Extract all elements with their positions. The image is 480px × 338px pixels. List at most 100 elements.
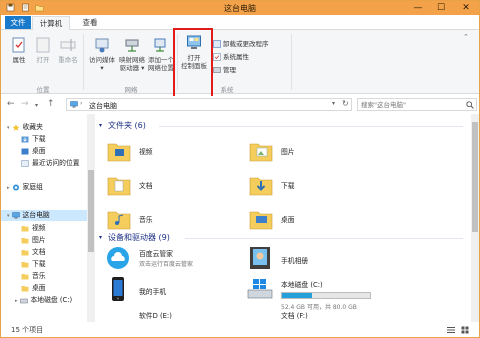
tab-view[interactable]: 查看 (77, 16, 103, 29)
sidebar-item-recent[interactable]: 最近访问的位置 (21, 158, 80, 169)
device-item-my-phone[interactable]: 我的手机 (103, 276, 239, 306)
sidebar-label-documents: 文档 (32, 248, 46, 256)
folder-item[interactable]: 图片 (245, 136, 375, 166)
tiles-view-icon[interactable] (461, 326, 469, 334)
section-divider (185, 238, 463, 239)
add-location-label-2: 网络位置 (148, 64, 174, 72)
folders-section-header[interactable]: 文件夹 (6) (108, 120, 146, 131)
forward-arrow-icon[interactable]: → (21, 99, 29, 109)
access-media-button[interactable]: 访问媒体 ▾ (87, 36, 117, 72)
refresh-icon[interactable]: ↻ (342, 99, 349, 108)
network-drive-icon (125, 39, 139, 52)
map-drive-label-2: 驱动器 (119, 64, 140, 72)
section-collapse-icon[interactable]: ▾ (99, 234, 102, 241)
videos-folder-icon (21, 225, 29, 231)
search-input[interactable] (361, 100, 461, 110)
navigation-pane: ▾ 收藏夹 下载 桌面 最近访问的位置 ▸ 家庭组 ▾ 这台电脑 视频 图片 文档 下… (1, 114, 87, 322)
folder-label: 文档 (139, 182, 153, 190)
devices-section-header[interactable]: 设备和驱动器 (9) (108, 232, 170, 243)
sidebar-label-homegroup: 家庭组 (22, 183, 43, 191)
sidebar-item-local-disk[interactable]: ▸ 本地磁盘 (C:) (15, 295, 72, 306)
access-media-label: 访问媒体 (89, 56, 115, 64)
uninstall-button[interactable]: 卸载或更改程序 (213, 39, 269, 49)
properties-button[interactable]: 属性 (7, 36, 31, 64)
folder-item[interactable]: 音乐 (103, 204, 233, 234)
sidebar-item-music[interactable]: 音乐 (21, 271, 46, 282)
system-icon (213, 53, 221, 61)
details-view-icon[interactable] (447, 326, 455, 334)
folder-item[interactable]: 桌面 (245, 204, 375, 234)
sidebar-item-favorites[interactable]: ▾ 收藏夹 (7, 122, 43, 133)
address-dropdown-icon[interactable]: ▾ (332, 100, 335, 107)
device-label-my-phone: 我的手机 (139, 288, 167, 296)
device-item-drive-e[interactable]: 软件D (E:) (103, 310, 239, 322)
sidebar-item-videos[interactable]: 视频 (21, 223, 46, 234)
group-separator (83, 34, 84, 90)
maximize-button[interactable]: ☐ (430, 1, 452, 15)
folder-item[interactable]: 文档 (103, 170, 233, 200)
content-area: ▾ 文件夹 (6) 视频 图片 文档 下载 音乐 桌面 ▾ 设备和驱动器 (9)… (97, 114, 471, 322)
ribbon-collapse-icon[interactable]: ⌃ (463, 32, 469, 42)
windows-drive-icon (247, 279, 273, 299)
back-arrow-icon[interactable]: ← (7, 99, 15, 109)
downloads-folder-icon (21, 261, 29, 267)
manage-button[interactable]: 管理 (213, 65, 236, 75)
uninstall-label: 卸载或更改程序 (223, 40, 269, 48)
programs-icon (213, 40, 221, 48)
sidebar-item-downloads[interactable]: 下载 (21, 134, 46, 145)
section-collapse-icon[interactable]: ▾ (99, 122, 102, 129)
breadcrumb-chevron-icon[interactable]: › (80, 100, 82, 107)
item-count: 15 个项目 (11, 326, 44, 334)
tab-computer[interactable]: 计算机 (32, 16, 70, 31)
device-item-baidu[interactable]: 百度云管家 双击运行百度云管家 (103, 245, 239, 275)
system-properties-label: 系统属性 (223, 53, 249, 61)
content-scrollbar-thumb[interactable] (472, 122, 478, 232)
content-scrollbar[interactable] (471, 114, 479, 322)
media-icon (95, 38, 109, 53)
sidebar-item-pictures[interactable]: 图片 (21, 235, 46, 246)
sidebar-label-favorites: 收藏夹 (22, 123, 43, 131)
device-item-drive-f[interactable]: 文档 (F:) (245, 310, 381, 322)
map-drive-button[interactable]: 映射网络 驱动器 ▾ (117, 36, 147, 72)
navigation-scrollbar-thumb[interactable] (88, 170, 94, 252)
phone-icon (112, 277, 124, 301)
address-bar[interactable]: › 这台电脑 ▾ ↻ (66, 98, 352, 111)
group-separator (291, 34, 292, 90)
tab-file[interactable]: 文件 (5, 16, 31, 29)
sidebar-item-documents[interactable]: 文档 (21, 247, 46, 258)
folder-label: 桌面 (281, 216, 295, 224)
downloads-folder-icon (249, 177, 273, 196)
sidebar-item-desktop-pc[interactable]: 桌面 (21, 283, 46, 294)
sidebar-item-homegroup[interactable]: ▸ 家庭组 (7, 182, 43, 193)
folder-label: 下载 (281, 182, 295, 190)
minimize-button[interactable]: — (407, 1, 429, 15)
folder-item[interactable]: 下载 (245, 170, 375, 200)
close-button[interactable]: ✕ (453, 1, 479, 15)
sidebar-label-recent: 最近访问的位置 (32, 159, 80, 167)
group-network-label: 网络 (124, 86, 138, 94)
search-box[interactable] (357, 98, 477, 111)
search-icon[interactable] (466, 101, 474, 109)
group-location-label: 位置 (36, 86, 50, 94)
device-item-phone-album[interactable]: 手机相册 (245, 245, 381, 275)
sidebar-item-downloads-pc[interactable]: 下载 (21, 259, 46, 270)
open-button[interactable]: 打开 (31, 36, 55, 64)
recent-places-icon (21, 159, 29, 167)
up-arrow-icon[interactable]: ↑ (47, 99, 55, 109)
sidebar-label-music: 音乐 (32, 272, 46, 280)
sidebar-item-this-pc[interactable]: ▾ 这台电脑 (1, 210, 87, 221)
add-network-location-button[interactable]: 添加一个 网络位置 (147, 36, 175, 72)
device-item-local-c[interactable]: 本地磁盘 (C:) 52.4 GB 可用，共 80.0 GB (245, 276, 395, 311)
disk-usage-fill (282, 293, 313, 298)
add-location-icon (154, 38, 166, 52)
recent-dropdown-icon[interactable]: ▾ (35, 101, 38, 111)
rename-button[interactable]: 重命名 (55, 36, 81, 64)
sidebar-label-downloads: 下载 (32, 135, 46, 143)
sidebar-label-videos: 视频 (32, 224, 46, 232)
device-label-local-c: 本地磁盘 (C:) (281, 281, 323, 289)
system-properties-button[interactable]: 系统属性 (213, 52, 249, 62)
sidebar-item-desktop[interactable]: 桌面 (21, 146, 46, 157)
cloud-icon (107, 247, 129, 269)
navigation-scrollbar[interactable] (87, 114, 95, 322)
folder-item[interactable]: 视频 (103, 136, 233, 166)
